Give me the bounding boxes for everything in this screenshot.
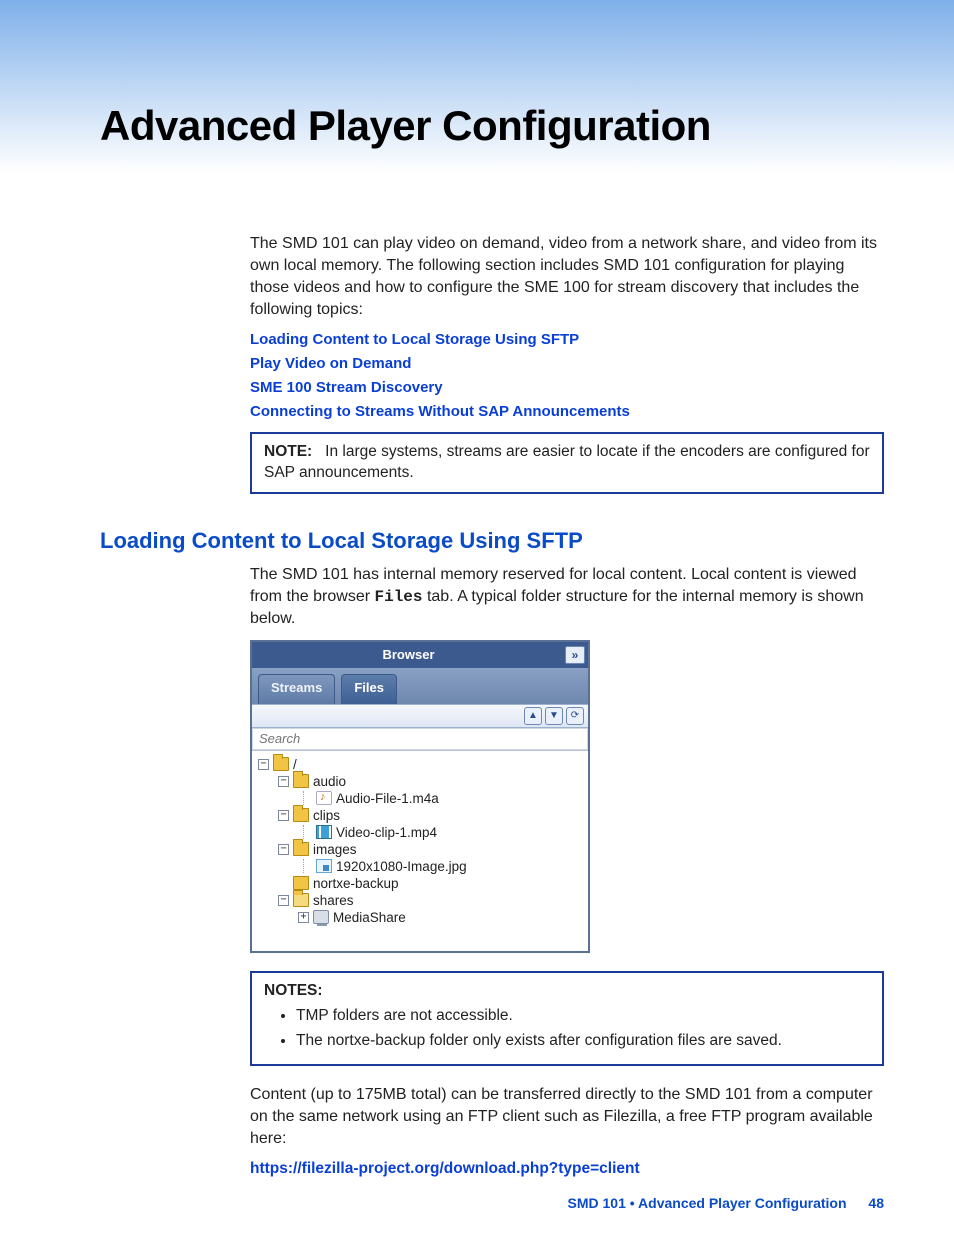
toggle-spacer: .: [278, 878, 289, 889]
tab-strip: Streams Files: [252, 668, 588, 704]
audio-file-icon: [316, 791, 332, 805]
toggle-icon[interactable]: −: [278, 776, 289, 787]
toggle-icon[interactable]: −: [278, 844, 289, 855]
tree-folder-clips[interactable]: − clips: [278, 808, 582, 823]
search-row: [252, 728, 588, 751]
tree-file-video[interactable]: Video-clip-1.mp4: [298, 825, 582, 840]
tree-folder-images[interactable]: − images: [278, 842, 582, 857]
tree-share-mediashare[interactable]: + MediaShare: [298, 910, 582, 925]
browser-title: Browser: [252, 647, 565, 662]
folder-icon: [293, 842, 309, 856]
note-box: NOTE: In large systems, streams are easi…: [250, 432, 884, 494]
filezilla-link[interactable]: https://filezilla-project.org/download.p…: [250, 1160, 640, 1177]
tree-folder-audio[interactable]: − audio: [278, 774, 582, 789]
tree-folder-nortxe[interactable]: . nortxe-backup: [278, 876, 582, 891]
toggle-icon[interactable]: +: [298, 912, 309, 923]
link-no-sap[interactable]: Connecting to Streams Without SAP Announ…: [250, 403, 884, 420]
folder-label: shares: [313, 893, 354, 908]
topic-links: Loading Content to Local Storage Using S…: [250, 331, 884, 420]
browser-panel: Browser » Streams Files ▲ ▼ ⟳ −: [250, 640, 590, 953]
collapse-button[interactable]: »: [565, 646, 585, 664]
link-discovery[interactable]: SME 100 Stream Discovery: [250, 379, 884, 396]
toggle-icon[interactable]: −: [278, 895, 289, 906]
folder-label: nortxe-backup: [313, 876, 399, 891]
folder-icon: [273, 757, 289, 771]
toggle-icon[interactable]: −: [258, 759, 269, 770]
folder-icon: [293, 893, 309, 907]
image-file-icon: [316, 859, 332, 873]
tab-streams[interactable]: Streams: [258, 674, 335, 704]
toggle-icon[interactable]: −: [278, 810, 289, 821]
intro-paragraph: The SMD 101 can play video on demand, vi…: [250, 233, 884, 321]
tree-file-audio[interactable]: Audio-File-1.m4a: [298, 791, 582, 806]
files-tab-ref: Files: [374, 588, 422, 606]
footer-page: 48: [868, 1195, 884, 1211]
computer-icon: [313, 910, 329, 924]
notes-box: NOTES: TMP folders are not accessible. T…: [250, 971, 884, 1066]
folder-label: images: [313, 842, 357, 857]
tree-root[interactable]: − /: [258, 757, 582, 772]
folder-icon: [293, 808, 309, 822]
notes-item: The nortxe-backup folder only exists aft…: [296, 1031, 870, 1052]
link-vod[interactable]: Play Video on Demand: [250, 355, 884, 372]
page-title: Advanced Player Configuration: [100, 100, 884, 153]
expand-all-button[interactable]: ▼: [545, 707, 563, 725]
page-footer: SMD 101 • Advanced Player Configuration …: [568, 1195, 884, 1211]
share-label: MediaShare: [333, 910, 406, 925]
content-transfer-paragraph: Content (up to 175MB total) can be trans…: [250, 1084, 884, 1150]
footer-doc: SMD 101 • Advanced Player Configuration: [568, 1195, 847, 1211]
search-input[interactable]: [252, 728, 588, 750]
root-label: /: [293, 757, 297, 772]
browser-toolbar: ▲ ▼ ⟳: [252, 704, 588, 728]
folder-icon: [293, 876, 309, 890]
file-label: Audio-File-1.m4a: [336, 791, 439, 806]
note-text: In large systems, streams are easier to …: [264, 443, 870, 481]
section-paragraph: The SMD 101 has internal memory reserved…: [250, 564, 884, 630]
section-heading: Loading Content to Local Storage Using S…: [100, 528, 884, 554]
tab-files[interactable]: Files: [341, 674, 397, 704]
video-file-icon: [316, 825, 332, 839]
browser-titlebar: Browser »: [252, 642, 588, 668]
notes-item: TMP folders are not accessible.: [296, 1006, 870, 1027]
file-label: 1920x1080-Image.jpg: [336, 859, 467, 874]
folder-label: clips: [313, 808, 340, 823]
collapse-all-button[interactable]: ▲: [524, 707, 542, 725]
notes-label: NOTES:: [264, 981, 870, 1002]
file-label: Video-clip-1.mp4: [336, 825, 437, 840]
folder-label: audio: [313, 774, 346, 789]
note-label: NOTE:: [264, 443, 312, 460]
folder-icon: [293, 774, 309, 788]
link-sftp[interactable]: Loading Content to Local Storage Using S…: [250, 331, 884, 348]
refresh-button[interactable]: ⟳: [566, 707, 584, 725]
file-tree[interactable]: − / − audio: [252, 751, 588, 951]
tree-file-image[interactable]: 1920x1080-Image.jpg: [298, 859, 582, 874]
tree-folder-shares[interactable]: − shares: [278, 893, 582, 908]
